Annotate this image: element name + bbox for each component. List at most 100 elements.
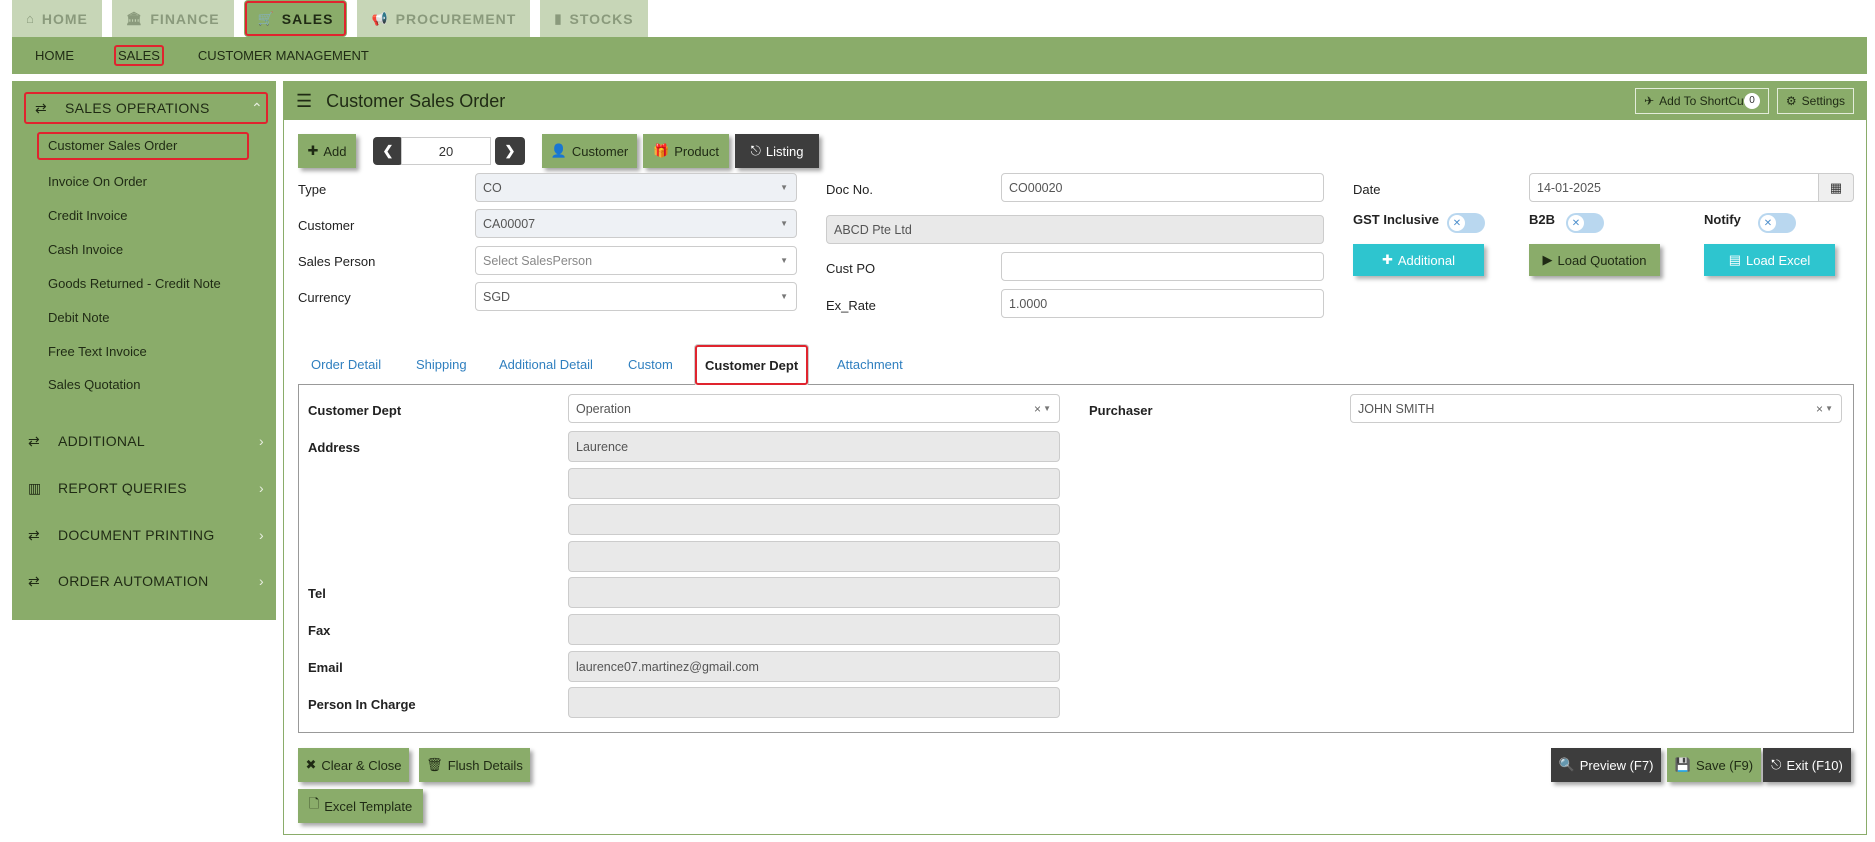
sidebar-section-sales-operations[interactable]: ⇄ SALES OPERATIONS ⌃ <box>23 91 269 125</box>
tab-shipping[interactable]: Shipping <box>406 347 477 381</box>
panel-header: ☰ Customer Sales Order ✈ Add To ShortCut… <box>284 82 1866 120</box>
notify-label: Notify <box>1704 212 1741 227</box>
subnav-home[interactable]: HOME <box>30 44 79 67</box>
exit-button[interactable]: ⎋ Exit (F10) <box>1763 748 1851 782</box>
b2b-label: B2B <box>1529 212 1556 227</box>
sidebar-item-debit-note[interactable]: Debit Note <box>36 306 121 329</box>
customer-select[interactable]: CA00007 ▼ <box>475 209 797 238</box>
user-icon: 👤 <box>550 143 567 158</box>
file-icon: 🗋 <box>308 796 320 811</box>
cust-po-label: Cust PO <box>826 261 876 276</box>
b2b-toggle[interactable]: ✕ <box>1566 213 1604 233</box>
chevron-down-icon: ▼ <box>780 219 788 228</box>
type-select[interactable]: CO ▼ <box>475 173 797 202</box>
doc-no-input[interactable]: CO00020 <box>1001 173 1324 202</box>
calendar-icon[interactable]: ▦ <box>1818 173 1854 202</box>
sidebar-section-document-printing[interactable]: ⇄ DOCUMENT PRINTING › <box>24 518 264 552</box>
ex-rate-input[interactable]: 1.0000 <box>1001 289 1324 318</box>
floppy-icon: 💾 <box>1674 757 1692 772</box>
bar-chart-icon: ▥ <box>28 479 42 496</box>
tab-finance[interactable]: 🏛 FINANCE <box>111 0 234 37</box>
customer-button[interactable]: 👤 Customer <box>542 134 637 168</box>
additional-button[interactable]: ✚ Additional <box>1353 244 1484 276</box>
add-button[interactable]: ✚ Add <box>298 134 356 168</box>
subnav-sales[interactable]: SALES <box>113 44 165 67</box>
subnav-customer-management[interactable]: CUSTOMER MANAGEMENT <box>193 44 374 67</box>
preview-button[interactable]: 🔍 Preview (F7) <box>1551 748 1661 782</box>
page-title: Customer Sales Order <box>326 90 506 111</box>
chevron-down-icon: ▼ <box>780 183 788 192</box>
tab-customer-dept[interactable]: Customer Dept <box>694 344 810 386</box>
chevron-right-icon: › <box>259 433 264 449</box>
sidebar-item-free-text-invoice[interactable]: Free Text Invoice <box>36 340 159 363</box>
fax-input[interactable] <box>568 614 1060 645</box>
cust-po-input[interactable] <box>1001 252 1324 281</box>
previous-record-button[interactable]: ❮ <box>373 137 403 165</box>
product-button[interactable]: 🎁 Product <box>643 134 729 168</box>
clear-close-button[interactable]: ✖ Clear & Close <box>298 748 409 782</box>
type-label: Type <box>298 182 327 197</box>
tab-stocks[interactable]: ▮ STOCKS <box>540 0 648 37</box>
excel-file-icon: ▤ <box>1728 252 1741 267</box>
tab-home[interactable]: ⌂ HOME <box>12 0 102 37</box>
address-line-3[interactable] <box>568 504 1060 535</box>
currency-label: Currency <box>298 290 351 305</box>
sidebar-item-invoice-on-order[interactable]: Invoice On Order <box>36 170 159 193</box>
sidebar-section-additional[interactable]: ⇄ ADDITIONAL › <box>24 424 264 458</box>
email-input[interactable]: laurence07.martinez@gmail.com <box>568 651 1060 682</box>
tab-custom[interactable]: Custom <box>618 347 683 381</box>
sidebar-item-cash-invoice[interactable]: Cash Invoice <box>36 238 135 261</box>
sidebar-item-sales-quotation[interactable]: Sales Quotation <box>36 373 153 396</box>
settings-button[interactable]: ⚙ Settings <box>1776 88 1854 114</box>
gst-inclusive-toggle[interactable]: ✕ <box>1447 213 1485 233</box>
sales-person-select[interactable]: Select SalesPerson ▼ <box>475 246 797 275</box>
address-line-1[interactable]: Laurence <box>568 431 1060 462</box>
cart-icon: 🛒 <box>257 10 275 26</box>
sidebar-section-report-queries[interactable]: ▥ REPORT QUERIES › <box>24 471 264 505</box>
load-quotation-button[interactable]: ▶ Load Quotation <box>1529 244 1660 276</box>
clear-icon[interactable]: × <box>1816 402 1823 416</box>
tel-input[interactable] <box>568 577 1060 608</box>
purchaser-label: Purchaser <box>1089 403 1153 418</box>
tab-sales[interactable]: 🛒 SALES <box>243 0 348 37</box>
tab-order-detail[interactable]: Order Detail <box>301 347 391 381</box>
tab-attachment[interactable]: Attachment <box>827 347 913 381</box>
save-button[interactable]: 💾 Save (F9) <box>1667 748 1761 782</box>
sign-out-icon: ⎋ <box>750 143 761 158</box>
chevron-down-icon: ▼ <box>780 256 788 265</box>
purchaser-select[interactable]: JOHN SMITH × ▼ <box>1350 394 1842 423</box>
clear-icon[interactable]: × <box>1034 402 1041 416</box>
next-record-button[interactable]: ❯ <box>495 137 525 165</box>
hamburger-menu-icon[interactable]: ☰ <box>296 91 312 112</box>
customer-dept-select[interactable]: Operation × ▼ <box>568 394 1060 423</box>
sidebar-section-order-automation[interactable]: ⇄ ORDER AUTOMATION › <box>24 564 264 598</box>
add-to-shortcut-button[interactable]: ✈ Add To ShortCut 0 <box>1635 88 1769 114</box>
address-line-2[interactable] <box>568 468 1060 499</box>
excel-template-button[interactable]: 🗋 Excel Template <box>298 789 423 823</box>
person-in-charge-label: Person In Charge <box>308 697 416 712</box>
toggle-off-icon: ✕ <box>1760 215 1776 231</box>
address-line-4[interactable] <box>568 541 1060 572</box>
sidebar: ⇄ SALES OPERATIONS ⌃ Customer Sales Orde… <box>12 81 276 620</box>
tab-additional-detail[interactable]: Additional Detail <box>489 347 603 381</box>
tab-procurement[interactable]: 📢 PROCUREMENT <box>357 0 531 37</box>
top-module-tabs: ⌂ HOME 🏛 FINANCE 🛒 SALES 📢 PROCUREMENT ▮ STOC… <box>12 0 658 37</box>
address-label: Address <box>308 440 361 455</box>
sign-out-icon: ⎋ <box>1771 757 1782 772</box>
date-input[interactable]: 14-01-2025 <box>1529 173 1819 202</box>
sidebar-item-customer-sales-order[interactable]: Customer Sales Order <box>36 131 250 161</box>
gst-inclusive-label: GST Inclusive <box>1353 212 1439 227</box>
person-in-charge-input[interactable] <box>568 687 1060 718</box>
notify-toggle[interactable]: ✕ <box>1758 213 1796 233</box>
bank-icon: 🏛 <box>125 10 144 26</box>
chevron-down-icon: ▼ <box>1043 404 1051 413</box>
listing-button[interactable]: ⎋ Listing <box>735 134 819 168</box>
sidebar-item-goods-returned[interactable]: Goods Returned - Credit Note <box>36 272 233 295</box>
flush-details-button[interactable]: 🗑 Flush Details <box>419 748 530 782</box>
gear-icon: ⚙ <box>1785 94 1797 108</box>
close-icon: ✖ <box>305 757 317 772</box>
sidebar-item-credit-invoice[interactable]: Credit Invoice <box>36 204 139 227</box>
load-excel-button[interactable]: ▤ Load Excel <box>1704 244 1835 276</box>
record-number-field[interactable]: 20 <box>401 137 491 165</box>
currency-select[interactable]: SGD ▼ <box>475 282 797 311</box>
